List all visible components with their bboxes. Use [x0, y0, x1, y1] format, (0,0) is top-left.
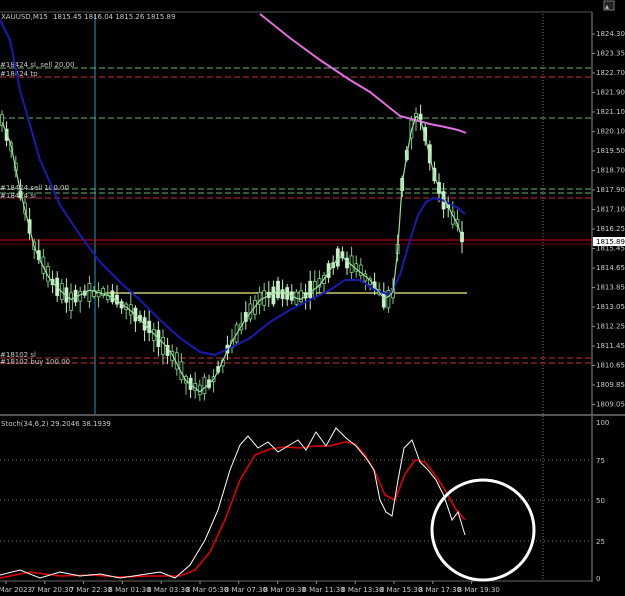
- indicator-title: Stoch(34,6,2) 29.2046 38.1939: [1, 420, 111, 428]
- trading-chart[interactable]: #18424 sl, sell 20.00 #18424 tp #18424 s…: [0, 0, 625, 596]
- indicator-axis-label: 0: [596, 575, 600, 583]
- time-axis-label: 8 Mar 07:30: [225, 586, 267, 594]
- price-axis-label: 1814.65: [596, 264, 625, 272]
- time-axis-label: 8 Mar 03:30: [147, 586, 189, 594]
- time-axis-label: 7 Mar 20:30: [31, 586, 73, 594]
- candle-body[interactable]: [161, 337, 165, 355]
- time-axis-label: 8 Mar 17:30: [419, 586, 461, 594]
- time-axis-label: 8 Mar 15:30: [380, 586, 422, 594]
- indicator-axis-label: 25: [596, 538, 605, 546]
- candle-body[interactable]: [299, 290, 303, 303]
- time-axis-label: 8 Mar 19:30: [458, 586, 500, 594]
- candle-body[interactable]: [308, 280, 313, 298]
- price-axis-label: 1809.85: [596, 381, 625, 389]
- price-axis-label: 1820.10: [596, 128, 625, 136]
- candle-body[interactable]: [87, 283, 92, 302]
- price-axis-label: 1809.05: [596, 401, 625, 409]
- price-axis-label: 1812.25: [596, 323, 625, 331]
- order-label: #18424 sell 100.00: [0, 184, 69, 192]
- time-axis-label: 8 Mar 09:30: [264, 586, 306, 594]
- price-axis-label: 1817.10: [596, 206, 625, 214]
- order-label: #18102 buy 100.00: [0, 358, 70, 366]
- price-axis-label: 1822.70: [596, 69, 625, 77]
- price-axis-label: 1818.70: [596, 167, 625, 175]
- price-axis-label: 1813.85: [596, 284, 625, 292]
- candle-body[interactable]: [110, 290, 115, 303]
- symbol-header: XAUUSD,M15: [1, 13, 48, 21]
- indicator-axis-label: 50: [596, 497, 605, 505]
- candle-body[interactable]: [96, 290, 101, 298]
- price-axis-label: 1816.25: [596, 225, 625, 233]
- chevron-up-icon: ▴: [605, 2, 609, 11]
- price-axis-label: 1819.50: [596, 147, 625, 155]
- candle-body[interactable]: [386, 290, 391, 309]
- time-axis-label: 7 Mar 22:30: [70, 586, 112, 594]
- order-label: #18424 tp: [0, 70, 38, 78]
- price-axis-label: 1811.45: [596, 342, 625, 350]
- candle-body[interactable]: [381, 291, 386, 308]
- candle-body[interactable]: [197, 384, 202, 396]
- order-label: #18424 sl: [0, 192, 36, 200]
- price-axis-label: 1823.35: [596, 50, 625, 58]
- time-axis-label: 8 Mar 05:30: [186, 586, 228, 594]
- time-axis-label: 8 Mar 01:30: [108, 586, 150, 594]
- price-axis-label: 1813.05: [596, 303, 625, 311]
- candle-body[interactable]: [69, 292, 73, 311]
- price-axis-label: 1821.90: [596, 89, 625, 97]
- price-axis-label: 1821.10: [596, 108, 625, 116]
- time-axis-label: 8 Mar 13:30: [341, 586, 383, 594]
- price-axis-label: 1810.65: [596, 362, 625, 370]
- indicator-axis-label: 100: [596, 419, 609, 427]
- price-axis-label: 1824.30: [596, 30, 625, 38]
- candle-body[interactable]: [276, 280, 280, 299]
- candle-body[interactable]: [78, 291, 83, 302]
- price-axis-label: 1817.90: [596, 186, 625, 194]
- candle-body[interactable]: [202, 376, 207, 395]
- indicator-axis-label: 75: [596, 457, 605, 465]
- time-axis-label: 8 Mar 11:30: [302, 586, 344, 594]
- ohlc-header: 1815.45 1816.04 1815.26 1815.89: [53, 13, 175, 21]
- time-axis-label: 7 Mar 2023: [0, 586, 32, 594]
- order-label: #18424 sl, sell 20.00: [0, 61, 75, 69]
- candle-body[interactable]: [271, 286, 276, 305]
- current-price-label: 1815.89: [596, 238, 625, 246]
